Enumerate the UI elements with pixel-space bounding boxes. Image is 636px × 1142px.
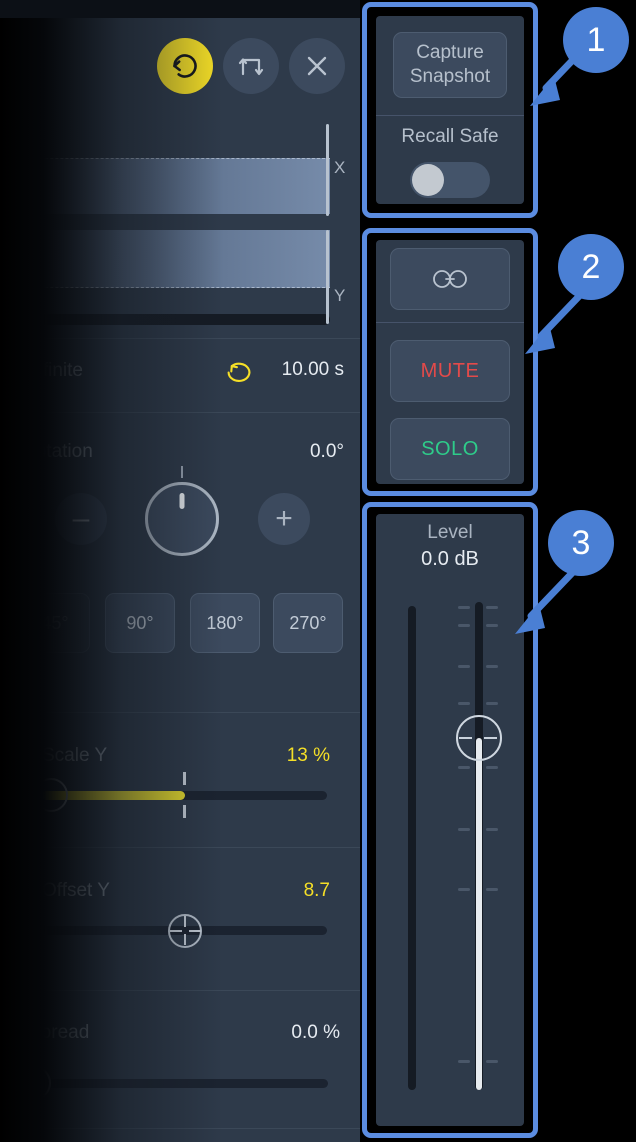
y-lane-label: Y bbox=[334, 286, 346, 305]
offset-y-handle-cross-top bbox=[184, 916, 186, 927]
x-lane-label: X bbox=[334, 158, 346, 177]
transport-controls bbox=[0, 34, 360, 102]
fader-handle-cross-right bbox=[484, 737, 497, 739]
loop-icon bbox=[173, 54, 197, 78]
ping-pong-button[interactable] bbox=[223, 38, 279, 94]
x-envelope-lane[interactable] bbox=[0, 118, 330, 214]
divider-above-rotation bbox=[0, 412, 360, 413]
loop-duration-value[interactable]: 10.00 s bbox=[200, 359, 344, 381]
fader-tick bbox=[486, 888, 498, 891]
angle-preset-90[interactable]: 90° bbox=[105, 593, 175, 653]
recall-safe-toggle-knob bbox=[412, 164, 444, 196]
x-envelope-fill bbox=[0, 158, 330, 214]
link-button[interactable] bbox=[390, 248, 510, 310]
x-axis-track[interactable] bbox=[326, 124, 329, 216]
divider-above-time bbox=[0, 338, 360, 339]
rotation-value[interactable]: 0.0° bbox=[200, 441, 344, 463]
angle-preset-180[interactable]: 180° bbox=[190, 593, 260, 653]
fader-tick bbox=[458, 1060, 470, 1063]
rotation-knob-pointer bbox=[179, 493, 185, 509]
fader-tick bbox=[458, 828, 470, 831]
capture-snapshot-line2: Snapshot bbox=[409, 66, 491, 87]
fader-tick bbox=[458, 888, 470, 891]
main-control-panel: X Y s: infinite 10.00 s Rotation 0.0° – … bbox=[0, 0, 360, 1142]
solo-button[interactable]: SOLO bbox=[390, 418, 510, 480]
spread-label: Spread bbox=[28, 1022, 90, 1043]
fader-tick bbox=[486, 766, 498, 769]
rotation-knob-indicator-tick bbox=[181, 466, 183, 478]
loop-button[interactable] bbox=[157, 38, 213, 94]
offset-y-handle-cross-right bbox=[189, 930, 201, 932]
rotation-knob[interactable] bbox=[145, 482, 219, 556]
fader-tick bbox=[486, 606, 498, 609]
capture-snapshot-line1: Capture bbox=[416, 42, 484, 64]
fader-tick bbox=[486, 624, 498, 627]
fader-tick bbox=[486, 665, 498, 668]
divider-above-offset bbox=[0, 847, 360, 848]
offset-y-value[interactable]: 8.7 bbox=[200, 880, 330, 902]
spread-slider-track[interactable] bbox=[28, 1079, 328, 1088]
spread-value[interactable]: 0.0 % bbox=[200, 1022, 340, 1044]
scale-y-center-tick-bottom bbox=[183, 805, 186, 818]
recall-safe-label: Recall Safe bbox=[401, 126, 499, 147]
fader-handle-cross-left bbox=[459, 737, 472, 739]
channel-group-divider bbox=[376, 322, 524, 323]
mute-button[interactable]: MUTE bbox=[390, 340, 510, 402]
link-icon bbox=[433, 270, 467, 288]
fader-tick bbox=[458, 665, 470, 668]
fader-tick bbox=[458, 702, 470, 705]
divider-above-spread bbox=[0, 990, 360, 991]
level-fader-filled bbox=[476, 738, 482, 1090]
spread-slider-handle[interactable] bbox=[17, 1066, 51, 1100]
scale-y-slider-handle[interactable] bbox=[34, 778, 68, 812]
close-button[interactable] bbox=[289, 38, 345, 94]
offset-y-handle-cross-bottom bbox=[184, 934, 186, 945]
rotation-increment-button[interactable]: + bbox=[258, 493, 310, 545]
fader-tick bbox=[458, 766, 470, 769]
level-group-panel bbox=[376, 514, 524, 1126]
fader-tick bbox=[486, 1060, 498, 1063]
rotation-decrement-button[interactable]: – bbox=[55, 493, 107, 545]
rotation-label: Rotation bbox=[22, 441, 93, 462]
offset-y-label: Offset Y bbox=[42, 880, 110, 901]
y-envelope-guide bbox=[0, 287, 330, 288]
offset-y-handle-cross-left bbox=[170, 930, 182, 932]
fader-tick bbox=[458, 606, 470, 609]
scale-y-label: Scale Y bbox=[42, 745, 108, 766]
divider-above-scale bbox=[0, 712, 360, 713]
annotation-badge-2: 2 bbox=[558, 234, 624, 300]
divider-bottom bbox=[0, 1128, 360, 1129]
x-envelope-guide bbox=[0, 158, 330, 159]
angle-preset-270[interactable]: 270° bbox=[273, 593, 343, 653]
level-value[interactable]: 0.0 dB bbox=[376, 548, 524, 571]
annotation-badge-3: 3 bbox=[548, 510, 614, 576]
level-meter bbox=[408, 606, 416, 1090]
fader-tick bbox=[486, 828, 498, 831]
y-envelope-lane[interactable] bbox=[0, 230, 330, 326]
fader-tick bbox=[486, 702, 498, 705]
scale-y-value[interactable]: 13 % bbox=[200, 745, 330, 767]
annotation-badge-1: 1 bbox=[563, 7, 629, 73]
close-icon bbox=[307, 56, 327, 76]
window-top-bar bbox=[0, 0, 360, 18]
scale-y-center-tick-top bbox=[183, 772, 186, 785]
capture-snapshot-button[interactable]: Capture Snapshot bbox=[393, 32, 507, 98]
y-envelope-fill bbox=[0, 230, 330, 288]
fader-tick bbox=[458, 624, 470, 627]
level-title: Level bbox=[427, 522, 473, 543]
angle-preset-45[interactable]: 45° bbox=[20, 593, 90, 653]
snapshot-group-divider bbox=[376, 115, 524, 116]
recall-safe-toggle[interactable] bbox=[410, 162, 490, 198]
loop-mode-label: s: infinite bbox=[8, 360, 83, 381]
ping-pong-icon bbox=[238, 58, 264, 76]
xy-envelope-display[interactable]: X Y bbox=[0, 118, 360, 328]
y-axis-track[interactable] bbox=[326, 230, 329, 324]
